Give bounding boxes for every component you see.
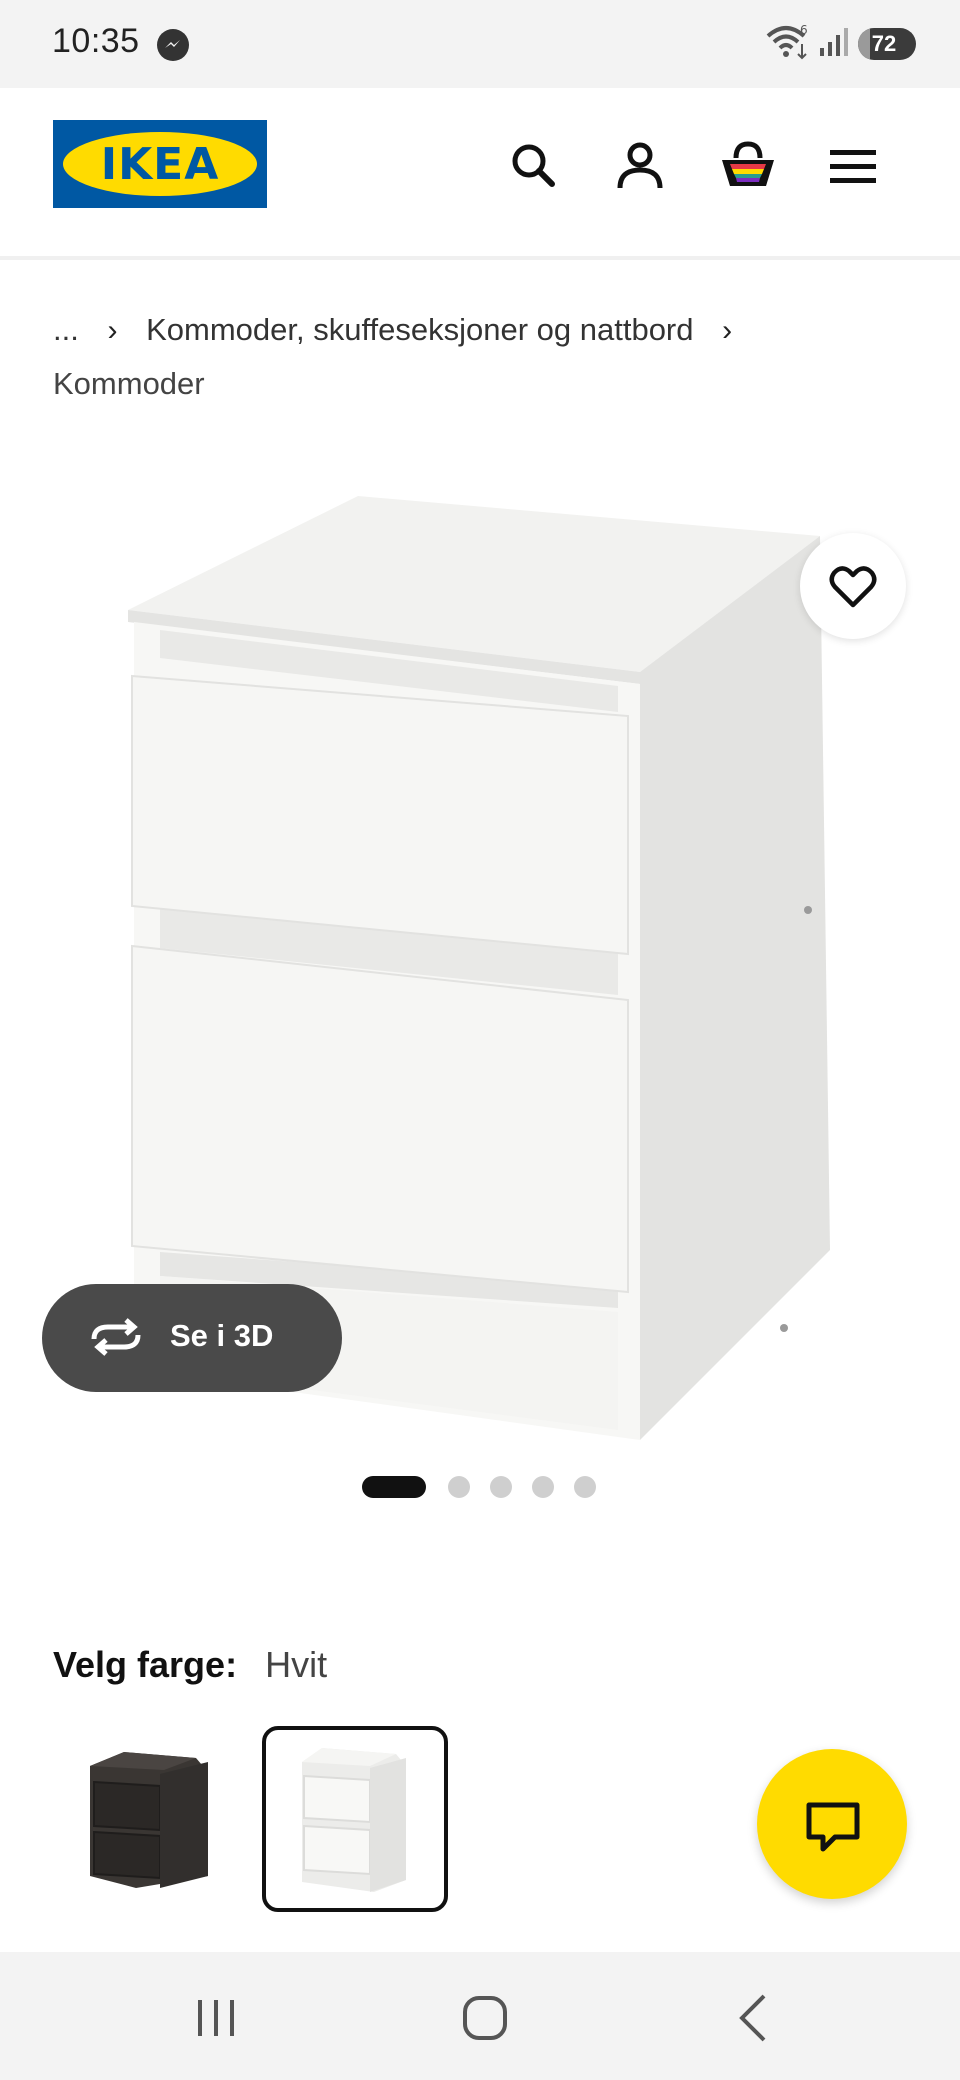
color-value: Hvit bbox=[265, 1644, 328, 1685]
carousel-dot-active[interactable] bbox=[362, 1476, 426, 1498]
breadcrumb-parent-link[interactable]: Kommoder, skuffeseksjoner og nattbord bbox=[146, 312, 693, 347]
breadcrumb-ellipsis[interactable]: ... bbox=[53, 312, 79, 347]
back-icon[interactable] bbox=[724, 1988, 784, 2048]
chat-icon bbox=[806, 1802, 860, 1852]
color-option-black-brown[interactable] bbox=[60, 1726, 246, 1912]
battery-icon: 72 bbox=[858, 28, 916, 60]
home-icon[interactable] bbox=[455, 1988, 515, 2048]
messenger-icon bbox=[157, 29, 189, 61]
rotate-3d-icon bbox=[91, 1318, 141, 1356]
search-icon[interactable] bbox=[506, 138, 562, 194]
carousel-dot[interactable] bbox=[532, 1476, 554, 1498]
logo-text: IKEA bbox=[100, 139, 220, 190]
favorite-button[interactable] bbox=[800, 533, 906, 639]
account-icon[interactable] bbox=[612, 138, 668, 194]
color-selector-heading: Velg farge: Hvit bbox=[53, 1644, 327, 1686]
heart-icon bbox=[829, 566, 877, 608]
carousel-dot[interactable] bbox=[490, 1476, 512, 1498]
system-navigation-bar bbox=[0, 1952, 960, 2080]
ikea-logo[interactable]: IKEA bbox=[53, 120, 267, 208]
view-3d-label: Se i 3D bbox=[170, 1318, 274, 1353]
view-3d-button[interactable]: Se i 3D bbox=[42, 1284, 342, 1392]
wifi-badge: 6 bbox=[800, 24, 808, 37]
color-option-white[interactable] bbox=[262, 1726, 448, 1912]
color-label: Velg farge: bbox=[53, 1644, 238, 1685]
menu-icon[interactable] bbox=[826, 138, 882, 194]
chat-button[interactable] bbox=[757, 1749, 907, 1899]
breadcrumb: ... › Kommoder, skuffeseksjoner og nattb… bbox=[53, 298, 913, 363]
chevron-right-icon: › bbox=[722, 314, 733, 347]
signal-icon bbox=[818, 26, 848, 63]
cart-icon[interactable] bbox=[718, 138, 774, 194]
wifi-icon: 6 bbox=[766, 23, 812, 65]
carousel-dot[interactable] bbox=[448, 1476, 470, 1498]
status-bar: 10:35 6 72 bbox=[0, 0, 960, 88]
battery-level: 72 bbox=[871, 31, 897, 56]
recent-apps-icon[interactable] bbox=[186, 1988, 246, 2048]
carousel-dot[interactable] bbox=[574, 1476, 596, 1498]
chevron-right-icon: › bbox=[107, 314, 118, 347]
status-time: 10:35 bbox=[52, 22, 140, 60]
breadcrumb-current: Kommoder bbox=[53, 366, 205, 401]
site-header: IKEA bbox=[0, 88, 960, 260]
